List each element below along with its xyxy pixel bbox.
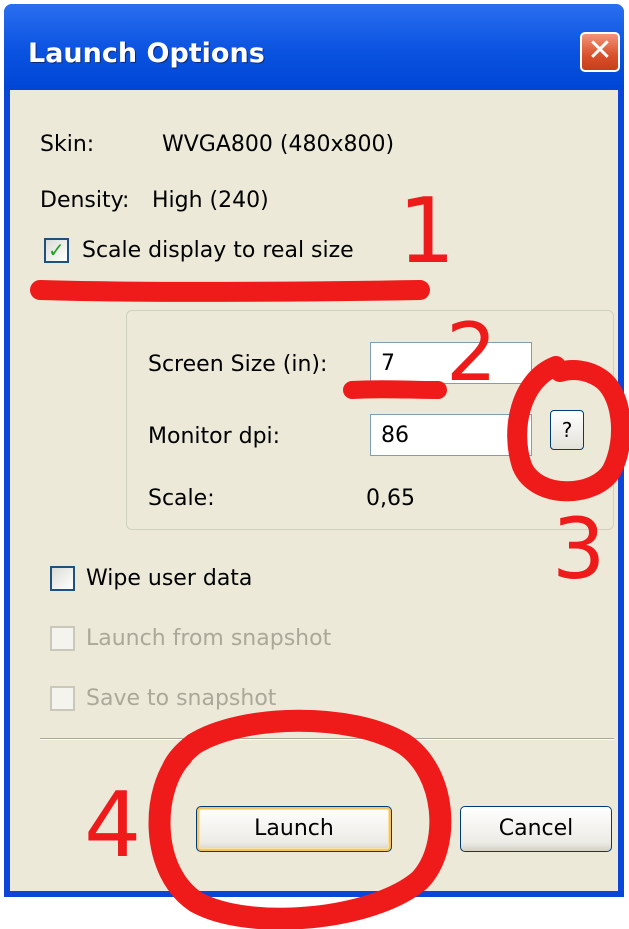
- annotation-number-4: 4: [84, 773, 141, 878]
- circle-help-button: [507, 356, 629, 502]
- underline-screen-size: [343, 380, 447, 399]
- annotation-number-3: 3: [552, 500, 605, 598]
- annotation-number-2: 2: [446, 306, 497, 399]
- circle-launch-button: [148, 709, 452, 929]
- annotation-number-1: 1: [398, 179, 455, 284]
- underline-scale-display: [30, 280, 430, 302]
- annotation-layer: 1 2 3 4: [30, 179, 629, 929]
